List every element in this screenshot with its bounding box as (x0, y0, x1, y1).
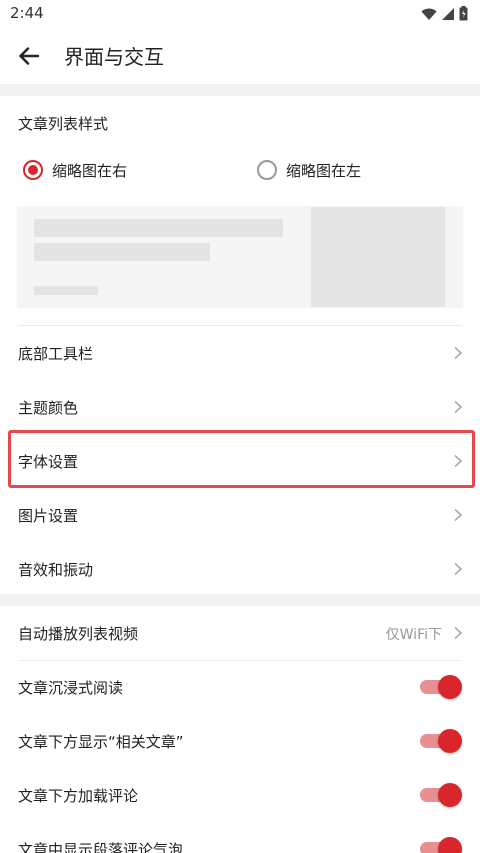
row-label: 文章沉浸式阅读 (18, 678, 124, 697)
row-autoplay-video[interactable]: 自动播放列表视频 仅WiFi下 (0, 606, 480, 660)
section-divider (0, 84, 480, 96)
battery-icon (459, 6, 468, 21)
autoplay-value: 仅WiFi下 (385, 627, 442, 643)
row-load-comments: 文章下方加载评论 (0, 768, 480, 822)
signal-icon (442, 7, 454, 20)
chevron-right-icon (454, 400, 463, 414)
wifi-icon (421, 8, 437, 20)
highlight-box (8, 430, 475, 488)
radio-label: 缩略图在右 (52, 161, 128, 180)
row-label: 文章中显示段落评论气泡 (18, 840, 184, 853)
radio-unselected-icon (257, 160, 277, 180)
status-icons (421, 6, 468, 21)
section-divider (0, 594, 480, 606)
radio-label: 缩略图在左 (286, 161, 362, 180)
chevron-right-icon (454, 346, 463, 360)
status-time: 2:44 (10, 4, 44, 22)
row-label: 底部工具栏 (18, 344, 94, 363)
row-label: 文章下方加载评论 (18, 786, 139, 805)
paragraph-comments-toggle[interactable] (416, 837, 462, 853)
row-label: 主题颜色 (18, 398, 79, 417)
app-bar: 界面与交互 (0, 28, 480, 84)
back-button[interactable] (14, 42, 44, 70)
preview-thumbnail (311, 207, 445, 307)
status-bar: 2:44 (0, 0, 480, 28)
preview-title-line (34, 219, 283, 237)
load-comments-toggle[interactable] (416, 783, 462, 807)
radio-thumbnail-left[interactable]: 缩略图在左 (257, 157, 361, 183)
row-paragraph-comments: 文章中显示段落评论气泡 (0, 822, 480, 853)
chevron-right-icon (454, 626, 463, 640)
row-label: 文章下方显示“相关文章” (18, 732, 184, 751)
preview-title-line (34, 243, 210, 261)
chevron-right-icon (454, 562, 463, 576)
list-style-title: 文章列表样式 (18, 115, 109, 133)
radio-selected-icon (23, 160, 43, 180)
page-title: 界面与交互 (64, 45, 164, 69)
radio-thumbnail-right[interactable]: 缩略图在右 (23, 157, 127, 183)
row-bottom-toolbar[interactable]: 底部工具栏 (0, 326, 480, 380)
related-articles-toggle[interactable] (416, 729, 462, 753)
row-related-articles: 文章下方显示“相关文章” (0, 714, 480, 768)
row-label: 自动播放列表视频 (18, 624, 139, 643)
arrow-left-icon (19, 47, 39, 65)
row-sound-vibration[interactable]: 音效和振动 (0, 542, 480, 596)
row-label: 音效和振动 (18, 560, 94, 579)
row-theme-color[interactable]: 主题颜色 (0, 380, 480, 434)
row-label: 图片设置 (18, 506, 79, 525)
immersive-reading-toggle[interactable] (416, 675, 462, 699)
chevron-right-icon (454, 508, 463, 522)
preview-meta-line (34, 286, 98, 295)
row-immersive-reading: 文章沉浸式阅读 (0, 660, 480, 714)
row-image-settings[interactable]: 图片设置 (0, 488, 480, 542)
list-style-preview (17, 206, 463, 308)
